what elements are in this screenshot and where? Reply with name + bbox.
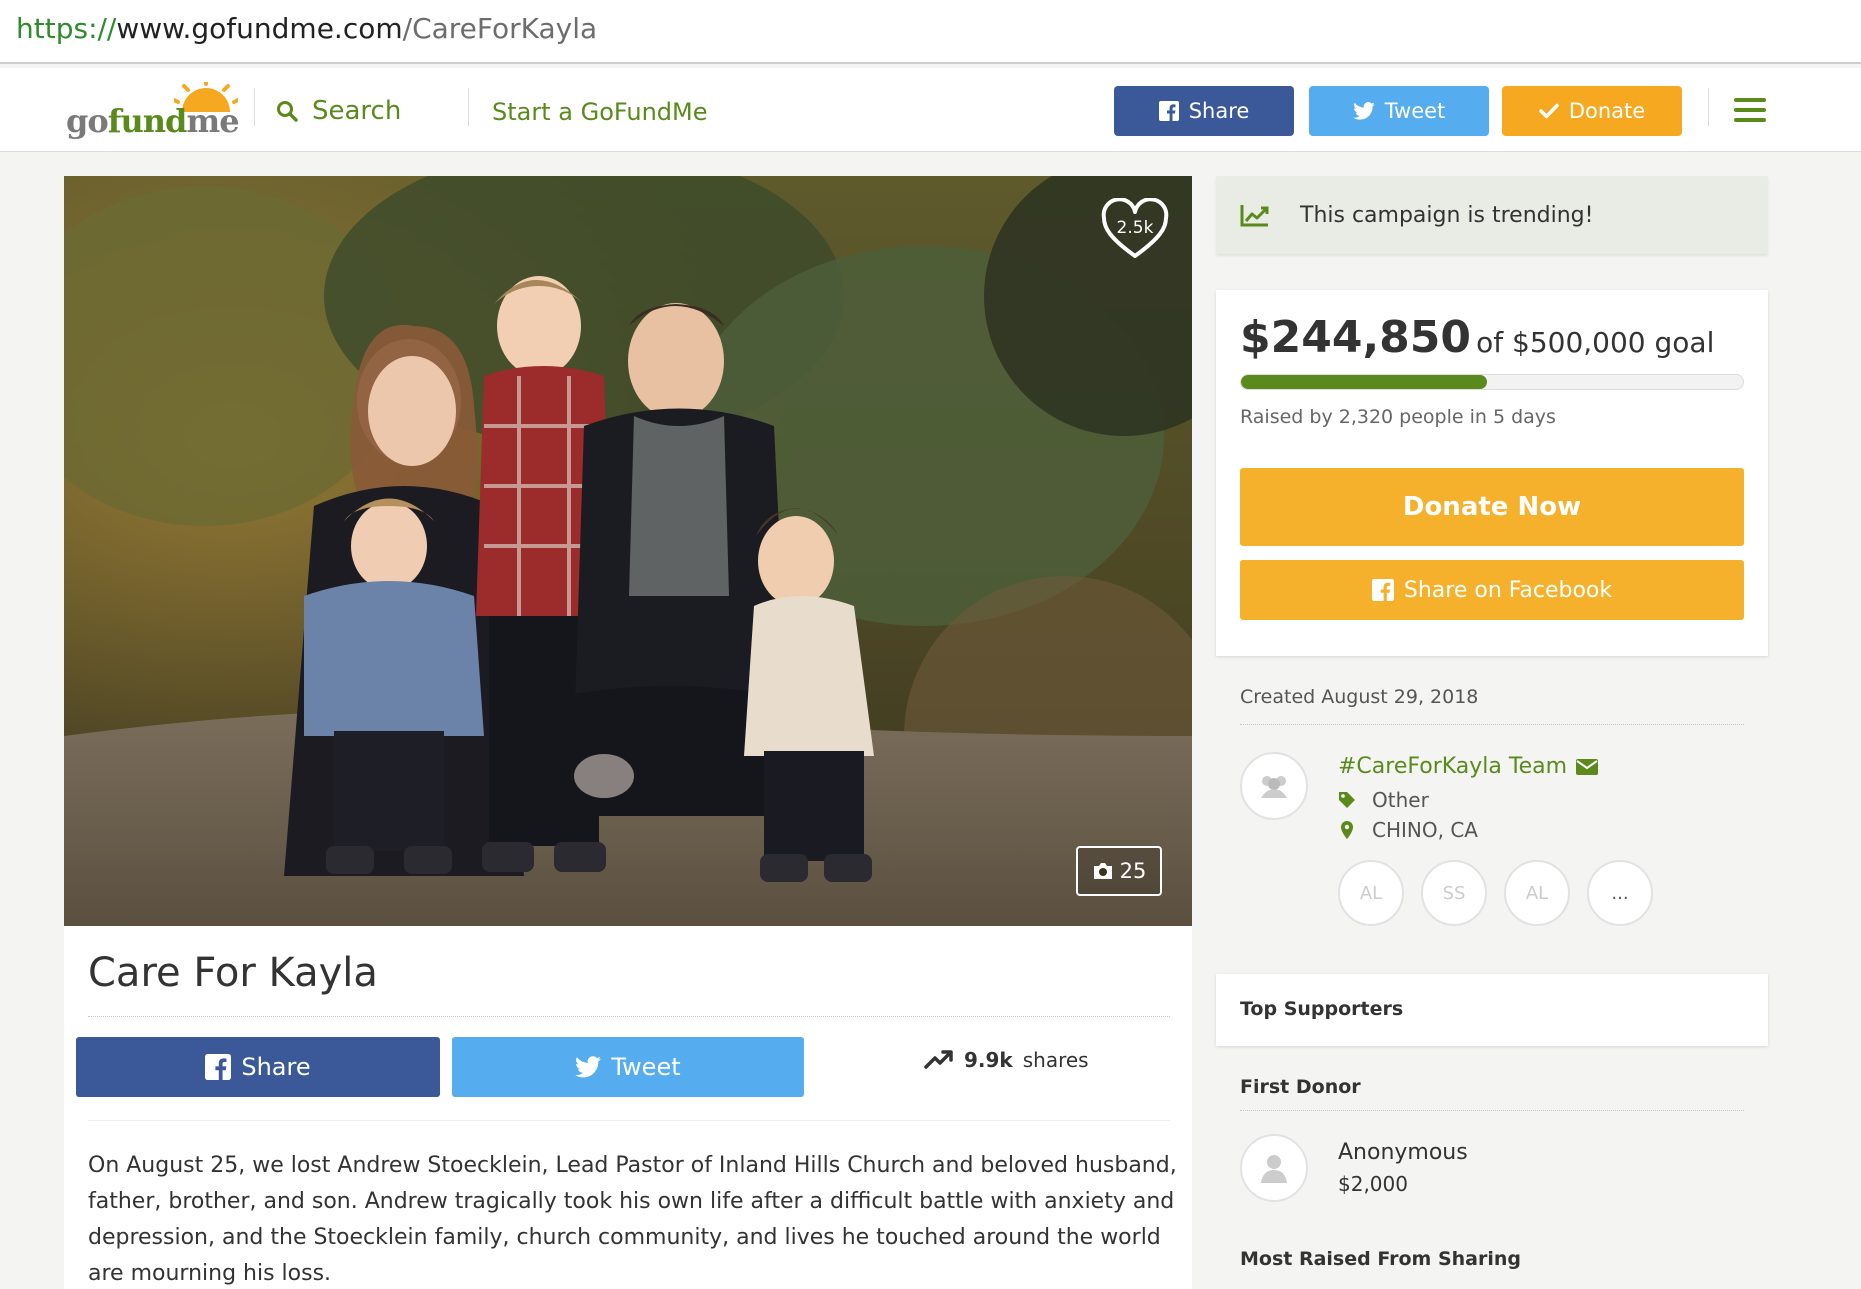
header-tweet-label: Tweet (1384, 99, 1446, 123)
location-pin-icon (1341, 821, 1353, 839)
group-icon (1261, 776, 1287, 798)
gofundme-logo[interactable]: gofundme (64, 82, 240, 140)
header-divider (1708, 88, 1709, 126)
donation-card: $244,850 of $500,000 goal Raised by 2,32… (1216, 290, 1768, 656)
start-gofundme-link[interactable]: Start a GoFundMe (492, 98, 708, 126)
twitter-icon (575, 1056, 602, 1078)
envelope-icon[interactable] (1575, 758, 1599, 776)
category-line: Other (1338, 788, 1429, 812)
header-donate-button[interactable]: Donate (1502, 86, 1682, 136)
share-on-facebook-button[interactable]: Share on Facebook (1240, 560, 1744, 620)
divider (1240, 724, 1744, 725)
header-divider (254, 88, 255, 126)
divider (88, 1016, 1170, 1017)
facebook-icon (1371, 579, 1394, 601)
header-divider (468, 88, 469, 126)
most-raised-heading: Most Raised From Sharing (1240, 1248, 1521, 1270)
photo-count-label: 25 (1119, 859, 1147, 883)
search-icon (277, 101, 298, 122)
raised-amount: $244,850 (1240, 312, 1472, 363)
camera-icon (1093, 863, 1112, 879)
url-text[interactable]: https://www.gofundme.com/CareForKayla (16, 12, 597, 45)
campaign-title: Care For Kayla (88, 950, 378, 996)
team-member-avatar[interactable]: AL (1338, 860, 1404, 926)
donor-avatar (1240, 1134, 1308, 1202)
shares-count: 9.9k (964, 1048, 1013, 1072)
first-donor-heading: First Donor (1240, 1076, 1361, 1098)
twitter-icon (1352, 102, 1375, 120)
url-host: www.gofundme.com (116, 12, 403, 45)
created-date: Created August 29, 2018 (1240, 686, 1479, 708)
logo-go: go (66, 102, 109, 140)
location-line: CHINO, CA (1338, 818, 1478, 842)
raised-amount-line: $244,850 of $500,000 goal (1240, 312, 1714, 363)
top-supporters-heading: Top Supporters (1240, 998, 1404, 1020)
search-link[interactable]: Search (276, 96, 401, 126)
heart-favorite-button[interactable]: 2.5k (1100, 197, 1170, 262)
trending-arrow-icon (924, 1050, 953, 1069)
site-header: gofundme Search Start a GoFundMe Share T… (0, 68, 1861, 152)
tag-icon (1339, 792, 1355, 808)
goal-text: of $500,000 goal (1476, 326, 1715, 359)
tweet-label: Tweet (611, 1053, 681, 1081)
campaign-photo[interactable] (64, 176, 1192, 926)
facebook-icon (1158, 101, 1179, 121)
campaign-story: On August 25, we lost Andrew Stoecklein,… (88, 1153, 1177, 1286)
organizer-name-link[interactable]: #CareForKayla Team (1338, 754, 1599, 779)
logo-me: me (186, 102, 239, 140)
trending-chart-icon (1240, 205, 1269, 227)
share-button[interactable]: Share (76, 1037, 440, 1097)
heart-count: 2.5k (1116, 218, 1154, 238)
progress-fill (1241, 375, 1487, 389)
share-on-facebook-label: Share on Facebook (1403, 577, 1613, 603)
header-share-button[interactable]: Share (1114, 86, 1294, 136)
divider (1240, 1110, 1744, 1111)
photo-gallery-button[interactable]: 25 (1076, 846, 1162, 896)
url-path: /CareForKayla (402, 12, 598, 45)
facebook-icon (205, 1054, 232, 1080)
url-scheme: https:// (16, 12, 117, 45)
shares-counter: 9.9k shares (924, 1048, 1089, 1072)
team-member-avatar[interactable]: SS (1421, 860, 1487, 926)
user-icon (1261, 1155, 1287, 1183)
donor-amount: $2,000 (1338, 1172, 1408, 1196)
trending-text: This campaign is trending! (1300, 202, 1594, 228)
donor-name: Anonymous (1338, 1140, 1468, 1165)
header-donate-label: Donate (1568, 99, 1646, 123)
logo-fund: fund (107, 102, 188, 140)
organizer-avatar[interactable] (1240, 752, 1308, 820)
check-icon (1539, 103, 1559, 119)
trending-banner: This campaign is trending! (1216, 176, 1768, 254)
donate-now-button[interactable]: Donate Now (1240, 468, 1744, 546)
divider (88, 1120, 1170, 1121)
location-label: CHINO, CA (1372, 818, 1478, 842)
more-team-button[interactable]: ... (1587, 860, 1653, 926)
header-share-label: Share (1188, 99, 1250, 123)
search-label: Search (312, 96, 402, 126)
top-supporters-card: Top Supporters (1216, 974, 1768, 1046)
team-member-avatar[interactable]: AL (1504, 860, 1570, 926)
category-label[interactable]: Other (1372, 788, 1429, 812)
family-photo-illustration (64, 176, 1192, 926)
raised-by-text: Raised by 2,320 people in 5 days (1240, 406, 1556, 428)
organizer-name: #CareForKayla Team (1338, 754, 1568, 779)
header-tweet-button[interactable]: Tweet (1309, 86, 1489, 136)
logo-wordmark: gofundme (66, 102, 240, 140)
menu-icon[interactable] (1734, 98, 1766, 122)
share-label: Share (241, 1053, 311, 1081)
shares-suffix: shares (1022, 1048, 1089, 1072)
donate-now-label: Donate Now (1402, 492, 1582, 522)
tweet-button[interactable]: Tweet (452, 1037, 804, 1097)
address-bar[interactable]: https://www.gofundme.com/CareForKayla (0, 0, 1861, 64)
progress-bar (1240, 374, 1744, 390)
